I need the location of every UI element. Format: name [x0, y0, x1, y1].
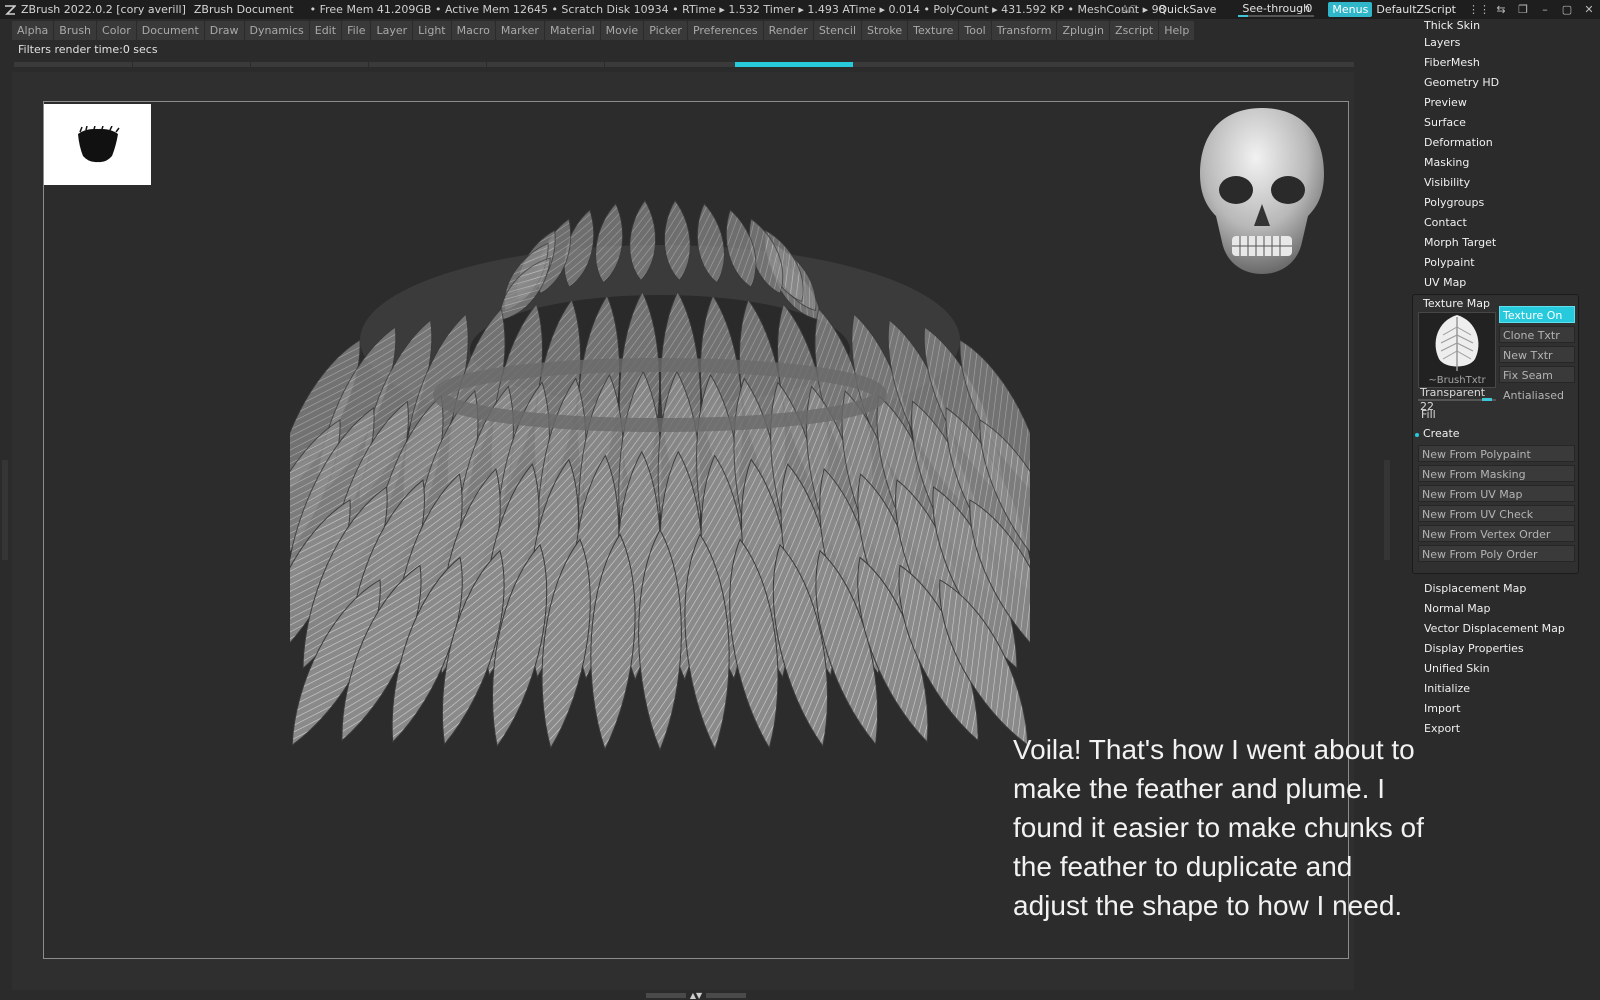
- feather-texture-icon: [1435, 315, 1479, 371]
- new-from-uv-check-button[interactable]: New From UV Check: [1418, 505, 1575, 522]
- tool-item-initialize[interactable]: Initialize: [1424, 680, 1470, 698]
- zbrush-logo-icon: [3, 3, 17, 17]
- tool-item-polygroups[interactable]: Polygroups: [1424, 194, 1484, 212]
- bottom-tray-handle[interactable]: ▲▼: [642, 991, 750, 1000]
- tool-item-geometry-hd[interactable]: Geometry HD: [1424, 74, 1499, 92]
- menu-stroke[interactable]: Stroke: [862, 21, 908, 40]
- new-from-masking-button[interactable]: New From Masking: [1418, 465, 1575, 482]
- tutorial-caption: Voila! That's how I went about to make t…: [1013, 734, 1424, 921]
- create-section-label[interactable]: Create: [1423, 427, 1460, 440]
- menu-marker[interactable]: Marker: [495, 21, 544, 40]
- menu-render[interactable]: Render: [763, 21, 813, 40]
- menu-brush[interactable]: Brush: [54, 21, 97, 40]
- tool-item-surface[interactable]: Surface: [1424, 114, 1466, 132]
- menu-macro[interactable]: Macro: [451, 21, 495, 40]
- brush-texture-thumbnail[interactable]: ~BrushTxtr: [1418, 312, 1496, 388]
- menu-help[interactable]: Help: [1159, 21, 1195, 40]
- window-icon[interactable]: ❐: [1512, 3, 1534, 16]
- tool-item-export[interactable]: Export: [1424, 720, 1460, 738]
- texture-map-subpalette: Texture Map ~BrushTxtr Texture On Clone …: [1412, 294, 1579, 574]
- tool-item-deformation[interactable]: Deformation: [1424, 134, 1493, 152]
- menu-stencil[interactable]: Stencil: [813, 21, 862, 40]
- menu-tool[interactable]: Tool: [959, 21, 991, 40]
- new-from-polypaint-button[interactable]: New From Polypaint: [1418, 445, 1575, 462]
- app-title: ZBrush 2022.0.2 [cory averill]: [21, 3, 186, 16]
- tool-item-polypaint[interactable]: Polypaint: [1424, 254, 1475, 272]
- left-tray-handle[interactable]: [2, 460, 8, 560]
- transparent-slider[interactable]: Transparent 22: [1418, 386, 1496, 413]
- fill-section-label[interactable]: Fill: [1421, 408, 1436, 421]
- menu-material[interactable]: Material: [544, 21, 600, 40]
- tool-item-thick-skin[interactable]: Thick Skin: [1424, 20, 1480, 32]
- clone-txtr-button[interactable]: Clone Txtr: [1499, 326, 1575, 343]
- create-expanded-indicator: [1415, 433, 1419, 437]
- menu-layer[interactable]: Layer: [371, 21, 413, 40]
- minimize-icon[interactable]: –: [1534, 3, 1556, 16]
- menu-transform[interactable]: Transform: [991, 21, 1057, 40]
- menu-document[interactable]: Document: [136, 21, 204, 40]
- quicksave-button[interactable]: QuickSave: [1158, 3, 1216, 16]
- filters-render-time: Filters render time:0 secs: [18, 43, 158, 56]
- see-through-label: See-through: [1242, 2, 1311, 15]
- tool-item-import[interactable]: Import: [1424, 700, 1461, 718]
- palette-layout-icon[interactable]: ⋮⋮: [1468, 3, 1490, 16]
- ac-toggle[interactable]: AC: [1121, 3, 1136, 16]
- progress-active-segment: [735, 62, 853, 67]
- main-menu-bar: Alpha Brush Color Document Draw Dynamics Edit F…: [12, 21, 1195, 40]
- new-from-vertex-order-button[interactable]: New From Vertex Order: [1418, 525, 1575, 542]
- new-txtr-button[interactable]: New Txtr: [1499, 346, 1575, 363]
- progress-bar: [14, 62, 1354, 67]
- tool-item-contact[interactable]: Contact: [1424, 214, 1467, 232]
- tool-item-displacement-map[interactable]: Displacement Map: [1424, 580, 1526, 598]
- tool-item-masking[interactable]: Masking: [1424, 154, 1469, 172]
- menu-light[interactable]: Light: [413, 21, 451, 40]
- tool-item-normal-map[interactable]: Normal Map: [1424, 600, 1491, 618]
- see-through-value: 0: [1305, 2, 1313, 15]
- texture-map-title[interactable]: Texture Map: [1423, 297, 1490, 310]
- menu-dynamics[interactable]: Dynamics: [244, 21, 309, 40]
- title-bar: ZBrush 2022.0.2 [cory averill] ZBrush Do…: [0, 0, 1600, 19]
- see-through-slider[interactable]: See-through 0: [1238, 2, 1315, 17]
- swap-layout-icon[interactable]: ⇆: [1490, 3, 1512, 16]
- tool-item-layers[interactable]: Layers: [1424, 34, 1460, 52]
- tool-item-unified-skin[interactable]: Unified Skin: [1424, 660, 1490, 678]
- menu-file[interactable]: File: [342, 21, 371, 40]
- tool-item-morph-target[interactable]: Morph Target: [1424, 234, 1496, 252]
- new-from-uv-map-button[interactable]: New From UV Map: [1418, 485, 1575, 502]
- menus-toggle-button[interactable]: Menus: [1328, 2, 1373, 17]
- menu-zscript[interactable]: Zscript: [1110, 21, 1159, 40]
- brush-texture-label: ~BrushTxtr: [1428, 375, 1486, 386]
- tool-item-vector-displacement-map[interactable]: Vector Displacement Map: [1424, 620, 1565, 638]
- right-tray-handle[interactable]: [1384, 460, 1390, 560]
- texture-on-button[interactable]: Texture On: [1499, 306, 1575, 323]
- navigation-thumbnail[interactable]: [44, 104, 151, 185]
- feather-plume-model: [243, 190, 1077, 870]
- tool-item-preview[interactable]: Preview: [1424, 94, 1467, 112]
- close-icon[interactable]: ✕: [1578, 3, 1600, 16]
- expand-arrow-icon: ▲▼: [689, 991, 703, 1000]
- tool-item-uv-map[interactable]: UV Map: [1424, 274, 1466, 292]
- skull-model-preview: [1192, 104, 1332, 280]
- menu-picker[interactable]: Picker: [644, 21, 687, 40]
- menu-alpha[interactable]: Alpha: [12, 21, 54, 40]
- tool-item-visibility[interactable]: Visibility: [1424, 174, 1470, 192]
- transparent-label: Transparent: [1420, 386, 1486, 399]
- tool-item-fibermesh[interactable]: FiberMesh: [1424, 54, 1480, 72]
- fix-seam-button[interactable]: Fix Seam: [1499, 366, 1575, 383]
- new-from-poly-order-button[interactable]: New From Poly Order: [1418, 545, 1575, 562]
- menu-color[interactable]: Color: [97, 21, 136, 40]
- menu-edit[interactable]: Edit: [309, 21, 342, 40]
- tool-item-display-properties[interactable]: Display Properties: [1424, 640, 1524, 658]
- menu-movie[interactable]: Movie: [600, 21, 644, 40]
- restore-icon[interactable]: ▢: [1556, 3, 1578, 16]
- menu-zplugin[interactable]: Zplugin: [1057, 21, 1110, 40]
- menu-texture[interactable]: Texture: [908, 21, 959, 40]
- document-name: ZBrush Document: [193, 3, 294, 16]
- menu-draw[interactable]: Draw: [204, 21, 244, 40]
- default-zscript-button[interactable]: DefaultZScript: [1376, 3, 1456, 16]
- antialiased-button[interactable]: Antialiased: [1499, 386, 1575, 403]
- stats-readout: • Free Mem 41.209GB • Active Mem 12645 •…: [309, 3, 1166, 16]
- menu-preferences[interactable]: Preferences: [687, 21, 763, 40]
